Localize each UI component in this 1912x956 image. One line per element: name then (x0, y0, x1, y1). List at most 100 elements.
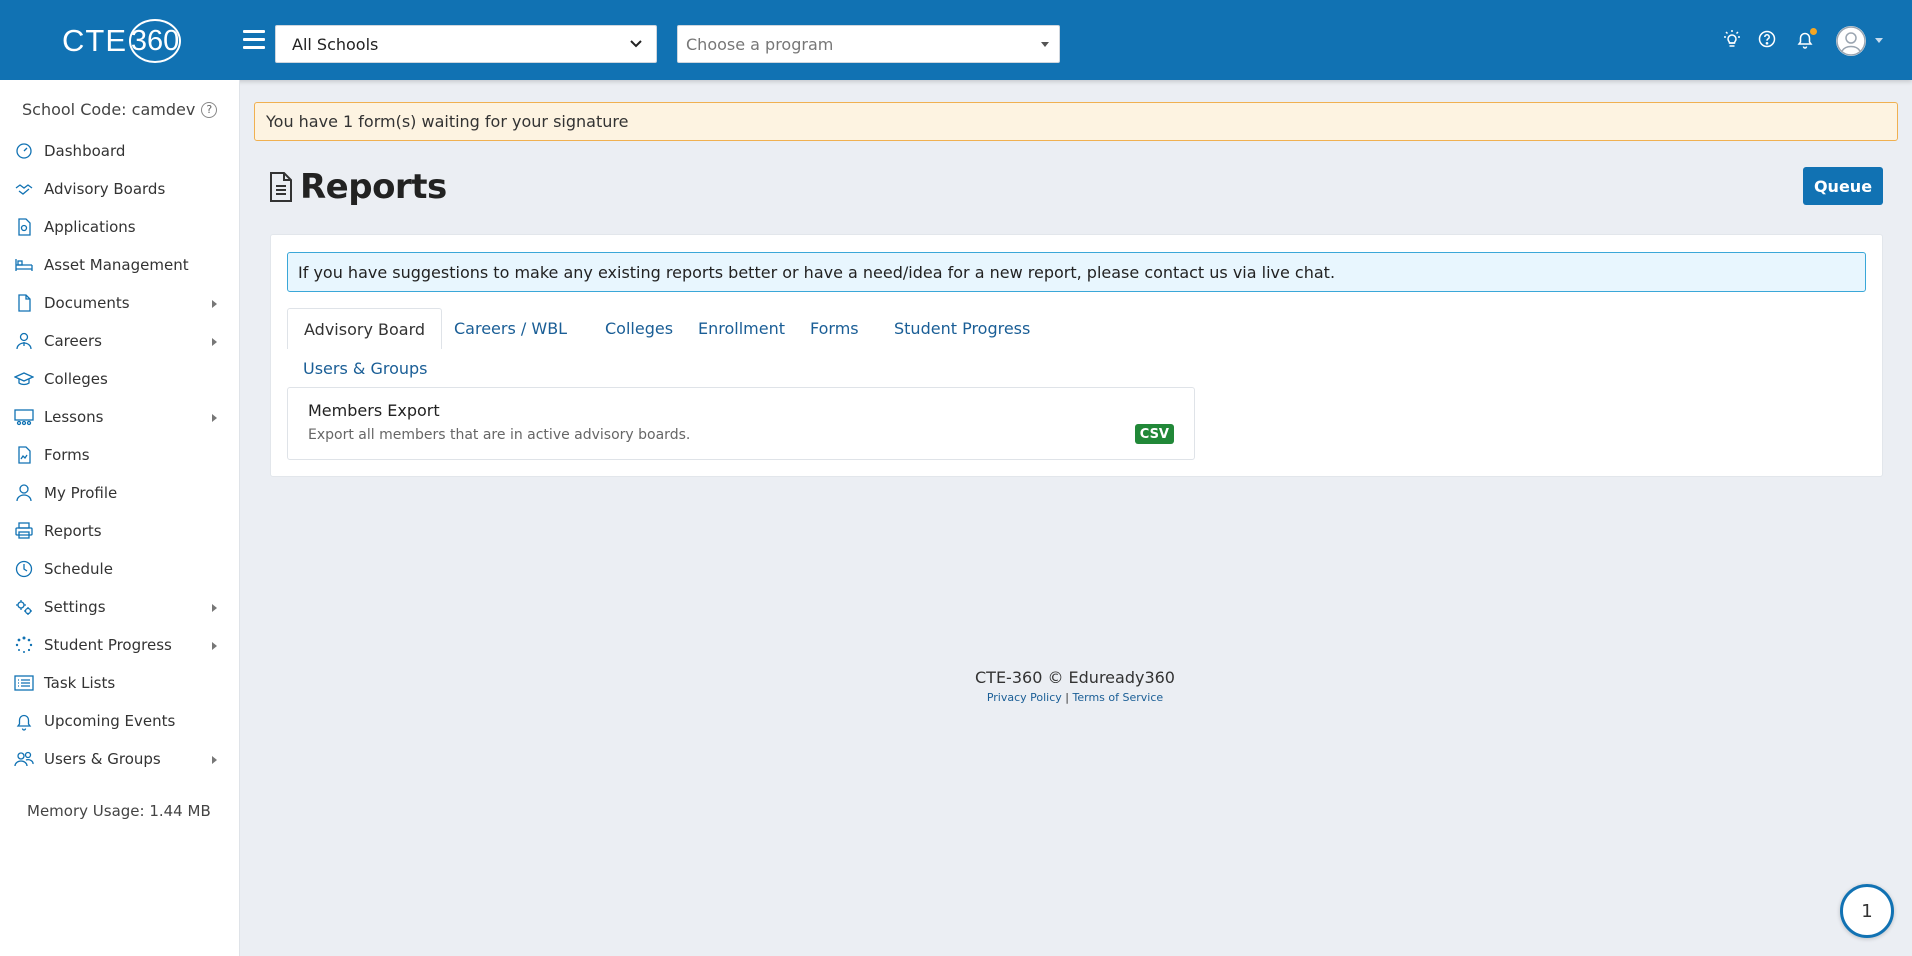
top-navbar: CTE 360 All Schools Choose a program (0, 0, 1912, 80)
question-icon[interactable]: ? (201, 101, 218, 118)
sidebar: School Code: camdev ? Dashboard Advisory… (0, 80, 240, 956)
signature-alert[interactable]: You have 1 form(s) waiting for your sign… (254, 102, 1898, 141)
csv-export-badge[interactable]: CSV (1134, 424, 1174, 444)
sidebar-item-label: Users & Groups (44, 750, 161, 768)
footer-separator: | (1065, 691, 1070, 704)
bell-notification-icon[interactable] (1794, 28, 1817, 50)
sidebar-item-my-profile[interactable]: My Profile (0, 474, 240, 512)
menu-toggle-icon[interactable] (243, 30, 265, 49)
user-icon (16, 484, 32, 502)
school-code: School Code: camdev ? (22, 100, 218, 119)
report-item-members-export[interactable]: Members Export Export all members that a… (287, 387, 1195, 460)
sidebar-item-label: My Profile (44, 484, 118, 502)
tab-student-progress[interactable]: Student Progress (878, 308, 1046, 349)
report-description: Export all members that are in active ad… (308, 427, 691, 443)
sidebar-item-asset-management[interactable]: Asset Management (0, 246, 240, 284)
submenu-arrow-icon (212, 604, 217, 612)
tab-colleges[interactable]: Colleges (589, 308, 689, 349)
sidebar-item-label: Applications (44, 218, 136, 236)
logo-text: CTE (62, 23, 127, 58)
tab-careers-wbl[interactable]: Careers / WBL (438, 308, 583, 349)
school-select[interactable]: All Schools (275, 25, 657, 63)
sidebar-item-label: Schedule (44, 560, 113, 578)
document-icon (18, 294, 31, 312)
sidebar-item-lessons[interactable]: Lessons (0, 398, 240, 436)
sidebar-item-forms[interactable]: Forms (0, 436, 240, 474)
gears-icon (16, 600, 32, 615)
user-avatar[interactable] (1836, 26, 1866, 56)
cte360-logo[interactable]: CTE 360 (62, 19, 181, 63)
sidebar-item-label: Dashboard (44, 142, 126, 160)
sidebar-item-documents[interactable]: Documents (0, 284, 240, 322)
sidebar-item-users-groups[interactable]: Users & Groups (0, 740, 240, 778)
report-title: Members Export (308, 401, 440, 420)
page-header: Reports (268, 167, 447, 207)
sidebar-item-settings[interactable]: Settings (0, 588, 240, 626)
terms-of-service-link[interactable]: Terms of Service (1073, 691, 1164, 704)
memory-usage: Memory Usage: 1.44 MB (27, 802, 211, 820)
submenu-arrow-icon (212, 642, 217, 650)
sidebar-item-schedule[interactable]: Schedule (0, 550, 240, 588)
submenu-arrow-icon (212, 338, 217, 346)
sidebar-item-label: Asset Management (44, 256, 189, 274)
asset-icon (15, 259, 33, 271)
sidebar-nav: Dashboard Advisory Boards Applications A… (0, 132, 240, 778)
sidebar-item-label: Student Progress (44, 636, 172, 654)
spinner-icon (15, 636, 33, 653)
handshake-icon (15, 184, 33, 195)
queue-button[interactable]: Queue (1803, 167, 1883, 205)
sidebar-item-label: Colleges (44, 370, 108, 388)
sidebar-item-label: Settings (44, 598, 106, 616)
reports-card: If you have suggestions to make any exis… (270, 234, 1883, 477)
info-alert-text: If you have suggestions to make any exis… (298, 262, 1336, 282)
dashboard-icon (16, 143, 32, 159)
tab-enrollment[interactable]: Enrollment (682, 308, 801, 349)
sidebar-item-label: Documents (44, 294, 130, 312)
school-code-label: School Code: camdev (22, 100, 196, 119)
sidebar-item-applications[interactable]: Applications (0, 208, 240, 246)
signature-alert-text: You have 1 form(s) waiting for your sign… (266, 112, 629, 131)
sidebar-item-label: Task Lists (44, 674, 116, 692)
user-menu-caret-icon[interactable] (1875, 38, 1883, 43)
form-icon (18, 446, 31, 464)
sidebar-item-dashboard[interactable]: Dashboard (0, 132, 240, 170)
clock-icon (15, 560, 33, 578)
logo-number: 360 (129, 19, 181, 63)
submenu-arrow-icon (212, 756, 217, 764)
sidebar-item-careers[interactable]: Careers (0, 322, 240, 360)
tab-forms[interactable]: Forms (794, 308, 875, 349)
program-select-placeholder: Choose a program (686, 34, 834, 54)
tab-advisory-board[interactable]: Advisory Board (287, 308, 443, 349)
sidebar-item-reports[interactable]: Reports (0, 512, 240, 550)
sidebar-item-upcoming-events[interactable]: Upcoming Events (0, 702, 240, 740)
bell-icon (16, 714, 32, 731)
list-icon (14, 675, 34, 691)
info-alert: If you have suggestions to make any exis… (287, 252, 1866, 292)
sidebar-item-label: Careers (44, 332, 102, 350)
sidebar-item-advisory-boards[interactable]: Advisory Boards (0, 170, 240, 208)
chevron-down-icon (630, 37, 642, 52)
help-icon[interactable] (1756, 28, 1778, 50)
submenu-arrow-icon (212, 300, 217, 308)
users-icon (14, 751, 34, 767)
program-select[interactable]: Choose a program (677, 25, 1060, 63)
chat-widget-button[interactable]: 1 (1840, 884, 1894, 938)
sidebar-item-task-lists[interactable]: Task Lists (0, 664, 240, 702)
page-title: Reports (300, 167, 447, 207)
lightbulb-icon[interactable] (1721, 28, 1743, 50)
report-document-icon (270, 172, 292, 202)
school-select-value: All Schools (292, 34, 379, 54)
lessons-icon (14, 409, 34, 426)
submenu-arrow-icon (212, 414, 217, 422)
chat-count: 1 (1861, 900, 1873, 922)
sidebar-item-label: Advisory Boards (44, 180, 166, 198)
footer: CTE-360 © Eduready360 Privacy Policy | T… (950, 668, 1200, 704)
footer-links: Privacy Policy | Terms of Service (950, 691, 1200, 704)
tab-users-groups[interactable]: Users & Groups (287, 348, 444, 389)
sidebar-item-colleges[interactable]: Colleges (0, 360, 240, 398)
privacy-policy-link[interactable]: Privacy Policy (987, 691, 1062, 704)
notification-dot (1810, 28, 1817, 35)
sidebar-item-student-progress[interactable]: Student Progress (0, 626, 240, 664)
application-icon (18, 218, 31, 236)
sidebar-item-label: Lessons (44, 408, 104, 426)
